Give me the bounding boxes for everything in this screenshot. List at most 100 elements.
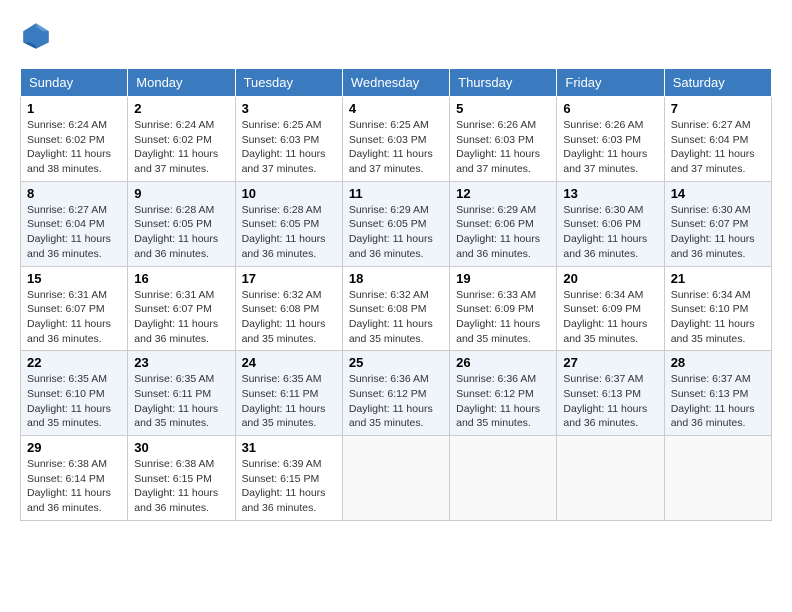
day-info: Sunrise: 6:35 AM Sunset: 6:11 PM Dayligh… [242,372,336,431]
day-number: 12 [456,186,550,201]
day-number: 17 [242,271,336,286]
day-number: 26 [456,355,550,370]
day-number: 7 [671,101,765,116]
day-number: 5 [456,101,550,116]
calendar-week-row: 8 Sunrise: 6:27 AM Sunset: 6:04 PM Dayli… [21,181,772,266]
day-info: Sunrise: 6:25 AM Sunset: 6:03 PM Dayligh… [242,118,336,177]
day-info: Sunrise: 6:30 AM Sunset: 6:07 PM Dayligh… [671,203,765,262]
calendar-cell: 20 Sunrise: 6:34 AM Sunset: 6:09 PM Dayl… [557,266,664,351]
day-info: Sunrise: 6:33 AM Sunset: 6:09 PM Dayligh… [456,288,550,347]
calendar-week-row: 1 Sunrise: 6:24 AM Sunset: 6:02 PM Dayli… [21,97,772,182]
weekday-header: Friday [557,69,664,97]
day-number: 1 [27,101,121,116]
day-number: 8 [27,186,121,201]
calendar-cell: 13 Sunrise: 6:30 AM Sunset: 6:06 PM Dayl… [557,181,664,266]
calendar-cell [342,436,449,521]
calendar-cell: 8 Sunrise: 6:27 AM Sunset: 6:04 PM Dayli… [21,181,128,266]
weekday-header: Sunday [21,69,128,97]
day-info: Sunrise: 6:28 AM Sunset: 6:05 PM Dayligh… [242,203,336,262]
logo [20,20,56,52]
calendar-week-row: 22 Sunrise: 6:35 AM Sunset: 6:10 PM Dayl… [21,351,772,436]
day-info: Sunrise: 6:37 AM Sunset: 6:13 PM Dayligh… [563,372,657,431]
day-number: 20 [563,271,657,286]
calendar-cell: 5 Sunrise: 6:26 AM Sunset: 6:03 PM Dayli… [450,97,557,182]
day-info: Sunrise: 6:28 AM Sunset: 6:05 PM Dayligh… [134,203,228,262]
calendar-cell: 7 Sunrise: 6:27 AM Sunset: 6:04 PM Dayli… [664,97,771,182]
day-info: Sunrise: 6:36 AM Sunset: 6:12 PM Dayligh… [456,372,550,431]
calendar-week-row: 15 Sunrise: 6:31 AM Sunset: 6:07 PM Dayl… [21,266,772,351]
day-info: Sunrise: 6:24 AM Sunset: 6:02 PM Dayligh… [27,118,121,177]
day-info: Sunrise: 6:24 AM Sunset: 6:02 PM Dayligh… [134,118,228,177]
day-info: Sunrise: 6:35 AM Sunset: 6:11 PM Dayligh… [134,372,228,431]
day-number: 9 [134,186,228,201]
calendar-week-row: 29 Sunrise: 6:38 AM Sunset: 6:14 PM Dayl… [21,436,772,521]
calendar-cell: 30 Sunrise: 6:38 AM Sunset: 6:15 PM Dayl… [128,436,235,521]
day-info: Sunrise: 6:34 AM Sunset: 6:10 PM Dayligh… [671,288,765,347]
day-number: 14 [671,186,765,201]
calendar-cell: 10 Sunrise: 6:28 AM Sunset: 6:05 PM Dayl… [235,181,342,266]
day-info: Sunrise: 6:29 AM Sunset: 6:05 PM Dayligh… [349,203,443,262]
weekday-header: Wednesday [342,69,449,97]
calendar-cell: 1 Sunrise: 6:24 AM Sunset: 6:02 PM Dayli… [21,97,128,182]
day-info: Sunrise: 6:30 AM Sunset: 6:06 PM Dayligh… [563,203,657,262]
calendar-cell: 14 Sunrise: 6:30 AM Sunset: 6:07 PM Dayl… [664,181,771,266]
day-info: Sunrise: 6:37 AM Sunset: 6:13 PM Dayligh… [671,372,765,431]
day-info: Sunrise: 6:31 AM Sunset: 6:07 PM Dayligh… [134,288,228,347]
day-info: Sunrise: 6:32 AM Sunset: 6:08 PM Dayligh… [242,288,336,347]
day-number: 30 [134,440,228,455]
day-number: 18 [349,271,443,286]
calendar-cell: 19 Sunrise: 6:33 AM Sunset: 6:09 PM Dayl… [450,266,557,351]
weekday-header: Saturday [664,69,771,97]
calendar-cell [664,436,771,521]
day-number: 21 [671,271,765,286]
page-header [20,20,772,52]
day-info: Sunrise: 6:27 AM Sunset: 6:04 PM Dayligh… [27,203,121,262]
calendar-cell: 15 Sunrise: 6:31 AM Sunset: 6:07 PM Dayl… [21,266,128,351]
calendar-table: SundayMondayTuesdayWednesdayThursdayFrid… [20,68,772,521]
day-number: 15 [27,271,121,286]
day-number: 29 [27,440,121,455]
day-number: 19 [456,271,550,286]
day-number: 11 [349,186,443,201]
day-number: 22 [27,355,121,370]
day-number: 25 [349,355,443,370]
calendar-cell: 29 Sunrise: 6:38 AM Sunset: 6:14 PM Dayl… [21,436,128,521]
weekday-header: Thursday [450,69,557,97]
day-number: 3 [242,101,336,116]
day-number: 28 [671,355,765,370]
calendar-cell: 16 Sunrise: 6:31 AM Sunset: 6:07 PM Dayl… [128,266,235,351]
calendar-cell: 12 Sunrise: 6:29 AM Sunset: 6:06 PM Dayl… [450,181,557,266]
calendar-cell: 26 Sunrise: 6:36 AM Sunset: 6:12 PM Dayl… [450,351,557,436]
calendar-cell: 22 Sunrise: 6:35 AM Sunset: 6:10 PM Dayl… [21,351,128,436]
calendar-cell: 2 Sunrise: 6:24 AM Sunset: 6:02 PM Dayli… [128,97,235,182]
calendar-cell: 9 Sunrise: 6:28 AM Sunset: 6:05 PM Dayli… [128,181,235,266]
day-info: Sunrise: 6:39 AM Sunset: 6:15 PM Dayligh… [242,457,336,516]
calendar-cell: 27 Sunrise: 6:37 AM Sunset: 6:13 PM Dayl… [557,351,664,436]
calendar-cell [450,436,557,521]
calendar-cell: 3 Sunrise: 6:25 AM Sunset: 6:03 PM Dayli… [235,97,342,182]
day-info: Sunrise: 6:34 AM Sunset: 6:09 PM Dayligh… [563,288,657,347]
day-number: 27 [563,355,657,370]
calendar-cell: 25 Sunrise: 6:36 AM Sunset: 6:12 PM Dayl… [342,351,449,436]
calendar-cell: 11 Sunrise: 6:29 AM Sunset: 6:05 PM Dayl… [342,181,449,266]
calendar-cell: 23 Sunrise: 6:35 AM Sunset: 6:11 PM Dayl… [128,351,235,436]
calendar-cell: 4 Sunrise: 6:25 AM Sunset: 6:03 PM Dayli… [342,97,449,182]
weekday-header: Tuesday [235,69,342,97]
day-number: 13 [563,186,657,201]
calendar-cell: 21 Sunrise: 6:34 AM Sunset: 6:10 PM Dayl… [664,266,771,351]
day-number: 6 [563,101,657,116]
day-number: 4 [349,101,443,116]
calendar-cell [557,436,664,521]
calendar-cell: 28 Sunrise: 6:37 AM Sunset: 6:13 PM Dayl… [664,351,771,436]
calendar-header-row: SundayMondayTuesdayWednesdayThursdayFrid… [21,69,772,97]
day-info: Sunrise: 6:35 AM Sunset: 6:10 PM Dayligh… [27,372,121,431]
day-number: 16 [134,271,228,286]
day-info: Sunrise: 6:38 AM Sunset: 6:14 PM Dayligh… [27,457,121,516]
day-number: 10 [242,186,336,201]
day-info: Sunrise: 6:31 AM Sunset: 6:07 PM Dayligh… [27,288,121,347]
weekday-header: Monday [128,69,235,97]
calendar-cell: 17 Sunrise: 6:32 AM Sunset: 6:08 PM Dayl… [235,266,342,351]
day-info: Sunrise: 6:38 AM Sunset: 6:15 PM Dayligh… [134,457,228,516]
calendar-cell: 31 Sunrise: 6:39 AM Sunset: 6:15 PM Dayl… [235,436,342,521]
day-info: Sunrise: 6:36 AM Sunset: 6:12 PM Dayligh… [349,372,443,431]
